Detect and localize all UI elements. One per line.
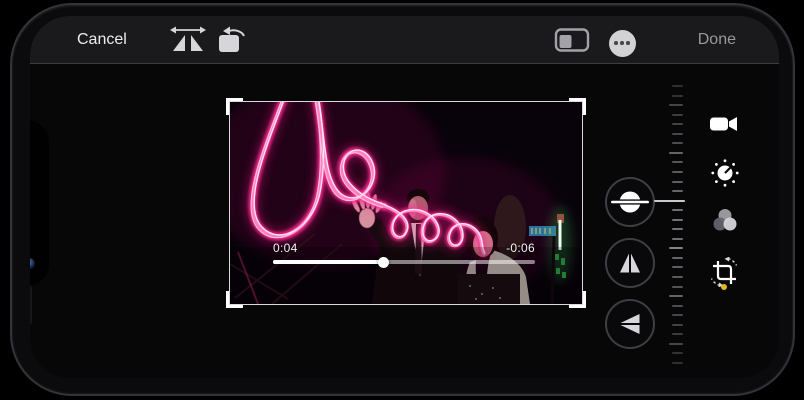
- cancel-button[interactable]: Cancel: [77, 27, 127, 53]
- scrubber-played: [273, 260, 383, 264]
- vertical-perspective-button[interactable]: [605, 238, 655, 288]
- video-content: [230, 102, 582, 304]
- adjust-dial-icon: [711, 159, 739, 187]
- vertical-perspective-icon: [618, 252, 642, 274]
- done-button[interactable]: Done: [698, 27, 736, 53]
- more-options-button[interactable]: [608, 29, 636, 57]
- straighten-icon: [610, 190, 650, 214]
- mode-video-button[interactable]: [709, 109, 739, 139]
- screen: Cancel: [30, 16, 779, 378]
- mode-crop-button[interactable]: [709, 257, 739, 287]
- more-icon: [609, 30, 636, 57]
- notch: [30, 120, 49, 286]
- playhead[interactable]: [378, 257, 389, 268]
- video-scrubber[interactable]: [273, 260, 535, 264]
- elapsed-time: 0:04: [273, 241, 298, 255]
- crop-handle-top-right[interactable]: [569, 98, 586, 115]
- video-preview[interactable]: 0:04 -0:06: [230, 102, 582, 304]
- dial-indicator: [654, 200, 685, 202]
- video-camera-icon: [709, 113, 739, 135]
- crop-handle-top-left[interactable]: [226, 98, 243, 115]
- iphone-device: Cancel: [10, 3, 795, 396]
- crop-handle-bottom-right[interactable]: [569, 291, 586, 308]
- earpiece-speaker: [30, 285, 32, 325]
- flip-horizontal-button[interactable]: [168, 23, 208, 57]
- mode-filters-button[interactable]: [710, 205, 740, 235]
- rotate-icon: [215, 25, 249, 55]
- filters-icon: [712, 208, 738, 232]
- stage: Cancel: [0, 0, 804, 400]
- straighten-dial[interactable]: [654, 85, 688, 371]
- aspect-ratio-button[interactable]: [553, 25, 591, 55]
- straighten-button[interactable]: [605, 177, 655, 227]
- rotate-button[interactable]: [214, 23, 250, 57]
- horizontal-perspective-icon: [619, 312, 641, 336]
- front-camera-icon: [30, 258, 35, 269]
- mode-adjust-button[interactable]: [710, 158, 740, 188]
- remaining-time: -0:06: [506, 241, 535, 255]
- crop-edited-indicator-dot: [721, 284, 727, 290]
- crop-rotate-icon: [709, 257, 739, 287]
- aspect-ratio-icon: [554, 27, 590, 53]
- crop-handle-bottom-left[interactable]: [226, 291, 243, 308]
- toolbar: Cancel: [30, 16, 779, 64]
- horizontal-perspective-button[interactable]: [605, 299, 655, 349]
- flip-horizontal-icon: [169, 25, 207, 55]
